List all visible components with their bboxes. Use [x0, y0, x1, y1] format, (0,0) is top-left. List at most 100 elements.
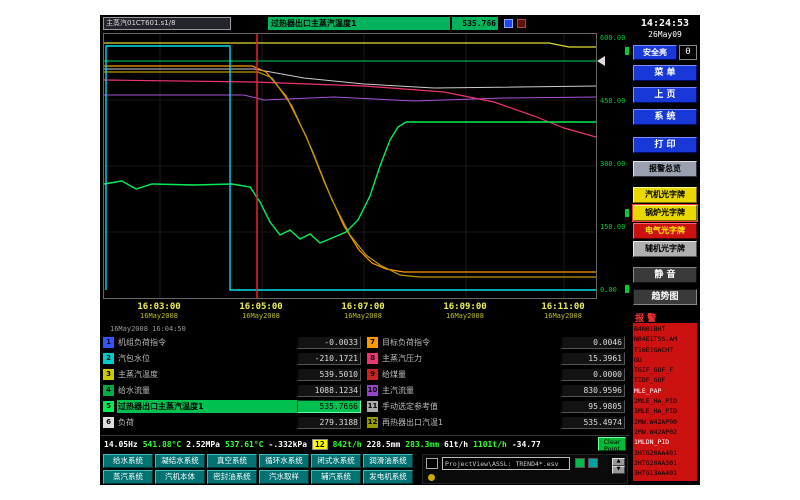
alarm-count: 0 [679, 45, 697, 60]
alarm-item[interactable]: N04E1TSS.AM [634, 334, 696, 344]
alarm-item[interactable]: 2MLE_HA_PID [634, 396, 696, 406]
alarm-overview-button[interactable]: 报警总览 [633, 161, 697, 177]
status-value: 2.52MPa [186, 440, 220, 449]
pen-value: 539.5010 [297, 368, 361, 381]
safety-lamp-button[interactable]: 安全亮 [633, 45, 677, 60]
legend-row[interactable]: 11手动选定参考值95.9805 [367, 399, 625, 414]
spin-up-button[interactable]: ▲ [612, 458, 625, 466]
trend-group-tag[interactable]: 主蒸汽01CT601.s1/8 [103, 17, 231, 30]
legend-row[interactable]: 1机组负荷指令-0.0033 [103, 335, 361, 350]
system-button[interactable]: 系 统 [633, 109, 697, 125]
status-value: 228.5mm [367, 440, 401, 449]
nav-button[interactable]: 真空系统 [207, 454, 257, 468]
print-button[interactable]: 打 印 [633, 137, 697, 153]
nav-button[interactable]: 密封油系统 [207, 470, 257, 484]
pen-color-swatch: 8 [367, 353, 378, 364]
legend-row[interactable]: 6负荷279.3188 [103, 415, 361, 430]
lamp-button[interactable]: 锅炉光字牌 [633, 205, 697, 221]
legend-row[interactable]: 8主蒸汽压力15.3961 [367, 351, 625, 366]
status-led-icon [428, 474, 435, 481]
legend-row[interactable]: 7目标负荷指令0.0046 [367, 335, 625, 350]
alarm-item[interactable]: 2MW.W42AP02 [634, 427, 696, 437]
legend-row[interactable]: 10主汽流量830.9596 [367, 383, 625, 398]
menu-button[interactable]: 菜 单 [633, 65, 697, 81]
nav-button[interactable]: 汽水取样 [259, 470, 309, 484]
status-value: 14.05Hz [104, 440, 138, 449]
alarm-item[interactable]: MLE_PAP [634, 386, 696, 396]
alarm-item[interactable]: 2HTG20AA301 [634, 458, 696, 468]
nav-button[interactable]: 蒸汽系统 [103, 470, 153, 484]
selected-pen-value: 535.766 [452, 17, 498, 30]
confirm-button[interactable] [575, 458, 585, 468]
nav-button[interactable]: 汽机本体 [155, 470, 205, 484]
lamp-button[interactable]: 电气光字牌 [633, 223, 697, 239]
file-path-input[interactable] [442, 457, 570, 470]
alarm-item[interactable]: 3MLE_HA_PID [634, 406, 696, 416]
lamp-button[interactable]: 汽机光字牌 [633, 187, 697, 203]
trend-chart[interactable] [103, 33, 597, 299]
legend-row[interactable]: 4给水流量1088.1234 [103, 383, 361, 398]
pen-color-swatch: 9 [367, 369, 378, 380]
mute-button[interactable]: 静 音 [633, 267, 697, 283]
y-axis-label: 600.00 [600, 34, 625, 42]
pen-color-swatch: 2 [103, 353, 114, 364]
alarm-item[interactable]: 3HTG13AA401 [634, 468, 696, 478]
y-axis-label: 450.00 [600, 97, 625, 105]
status-value: -34.77 [512, 440, 541, 449]
pen-indicator-red-icon[interactable] [517, 19, 526, 28]
status-bar: 14.05Hz541.88°C2.52MPa537.61°C-.332kPa12… [100, 435, 630, 452]
legend-row[interactable]: 5过热器出口主蒸汽温度1535.7666 [103, 399, 361, 414]
alarm-item[interactable]: 3HTG20AA401 [634, 448, 696, 458]
nav-button[interactable]: 润滑油系统 [363, 454, 413, 468]
tick-time: 16:07:00 [341, 302, 384, 312]
tick-date: 16May2008 [239, 312, 282, 320]
trend-plot[interactable] [104, 34, 596, 298]
alarm-item[interactable]: 2MW.W42AP00 [634, 417, 696, 427]
pen-label: 机组负荷指令 [117, 336, 297, 349]
browse-button[interactable] [588, 458, 598, 468]
nav-button[interactable]: 循环水系统 [259, 454, 309, 468]
pen-color-swatch: 12 [367, 417, 378, 428]
x-axis: 16:03:0016May200816:05:0016May200816:07:… [103, 302, 597, 324]
clear-point-button[interactable]: Clear Point [598, 437, 626, 451]
prev-page-button[interactable]: 上 页 [633, 87, 697, 103]
pen-label: 负荷 [117, 416, 297, 429]
pen-value: 830.9596 [561, 384, 625, 397]
legend-row[interactable]: 12再热器出口汽温1535.4974 [367, 415, 625, 430]
pen-indicator-blue-icon[interactable] [504, 19, 513, 28]
status-value: 283.3mm [405, 440, 439, 449]
pen-color-swatch: 7 [367, 337, 378, 348]
pen-value: 535.7666 [297, 400, 361, 413]
alarm-item[interactable]: B4N01BHT [634, 324, 696, 334]
trend-page-button[interactable]: 趋势图 [633, 289, 697, 305]
legend-row[interactable]: 3主蒸汽温度539.5010 [103, 367, 361, 382]
legend-row[interactable]: 2汽包水位-210.1721 [103, 351, 361, 366]
nav-button[interactable]: 给水系统 [103, 454, 153, 468]
pen-label: 再热器出口汽温1 [381, 416, 561, 429]
spin-down-button[interactable]: ▼ [612, 466, 625, 474]
alarm-item[interactable]: GU [634, 355, 696, 365]
nav-button[interactable]: 发电机系统 [363, 470, 413, 484]
alarm-item[interactable]: T16E1GACHT [634, 345, 696, 355]
pen-value: 95.9805 [561, 400, 625, 413]
trend-line-magenta [104, 80, 596, 137]
y-axis-label: 300.00 [600, 160, 625, 168]
status-value: -.332kPa [269, 440, 308, 449]
tick-time: 16:09:00 [443, 302, 486, 312]
alarm-item[interactable]: TGIF_GOF_F [634, 365, 696, 375]
selected-pen-name[interactable]: 过热器出口主蒸汽温度1 [268, 17, 450, 30]
pen-label: 过热器出口主蒸汽温度1 [117, 400, 297, 413]
x-axis-tick: 16:03:0016May2008 [137, 302, 180, 320]
pen-label: 主蒸汽压力 [381, 352, 561, 365]
nav-button[interactable]: 凝结水系统 [155, 454, 205, 468]
nav-button[interactable]: 闭式水系统 [311, 454, 361, 468]
x-axis-tick: 16:09:0016May2008 [443, 302, 486, 320]
legend-row[interactable]: 9给煤量0.0000 [367, 367, 625, 382]
alarm-item[interactable]: TIDF_GOF [634, 375, 696, 385]
spin-buttons: ▲ ▼ [612, 458, 625, 474]
sidebar: 14:24:53 26May09 安全亮 0 菜 单 上 页 系 统 打 印 报… [630, 15, 700, 485]
x-axis-tick: 16:07:0016May2008 [341, 302, 384, 320]
nav-button[interactable]: 辅汽系统 [311, 470, 361, 484]
lamp-button[interactable]: 辅机光字牌 [633, 241, 697, 257]
alarm-item[interactable]: 1MLDN_PID [634, 437, 696, 447]
